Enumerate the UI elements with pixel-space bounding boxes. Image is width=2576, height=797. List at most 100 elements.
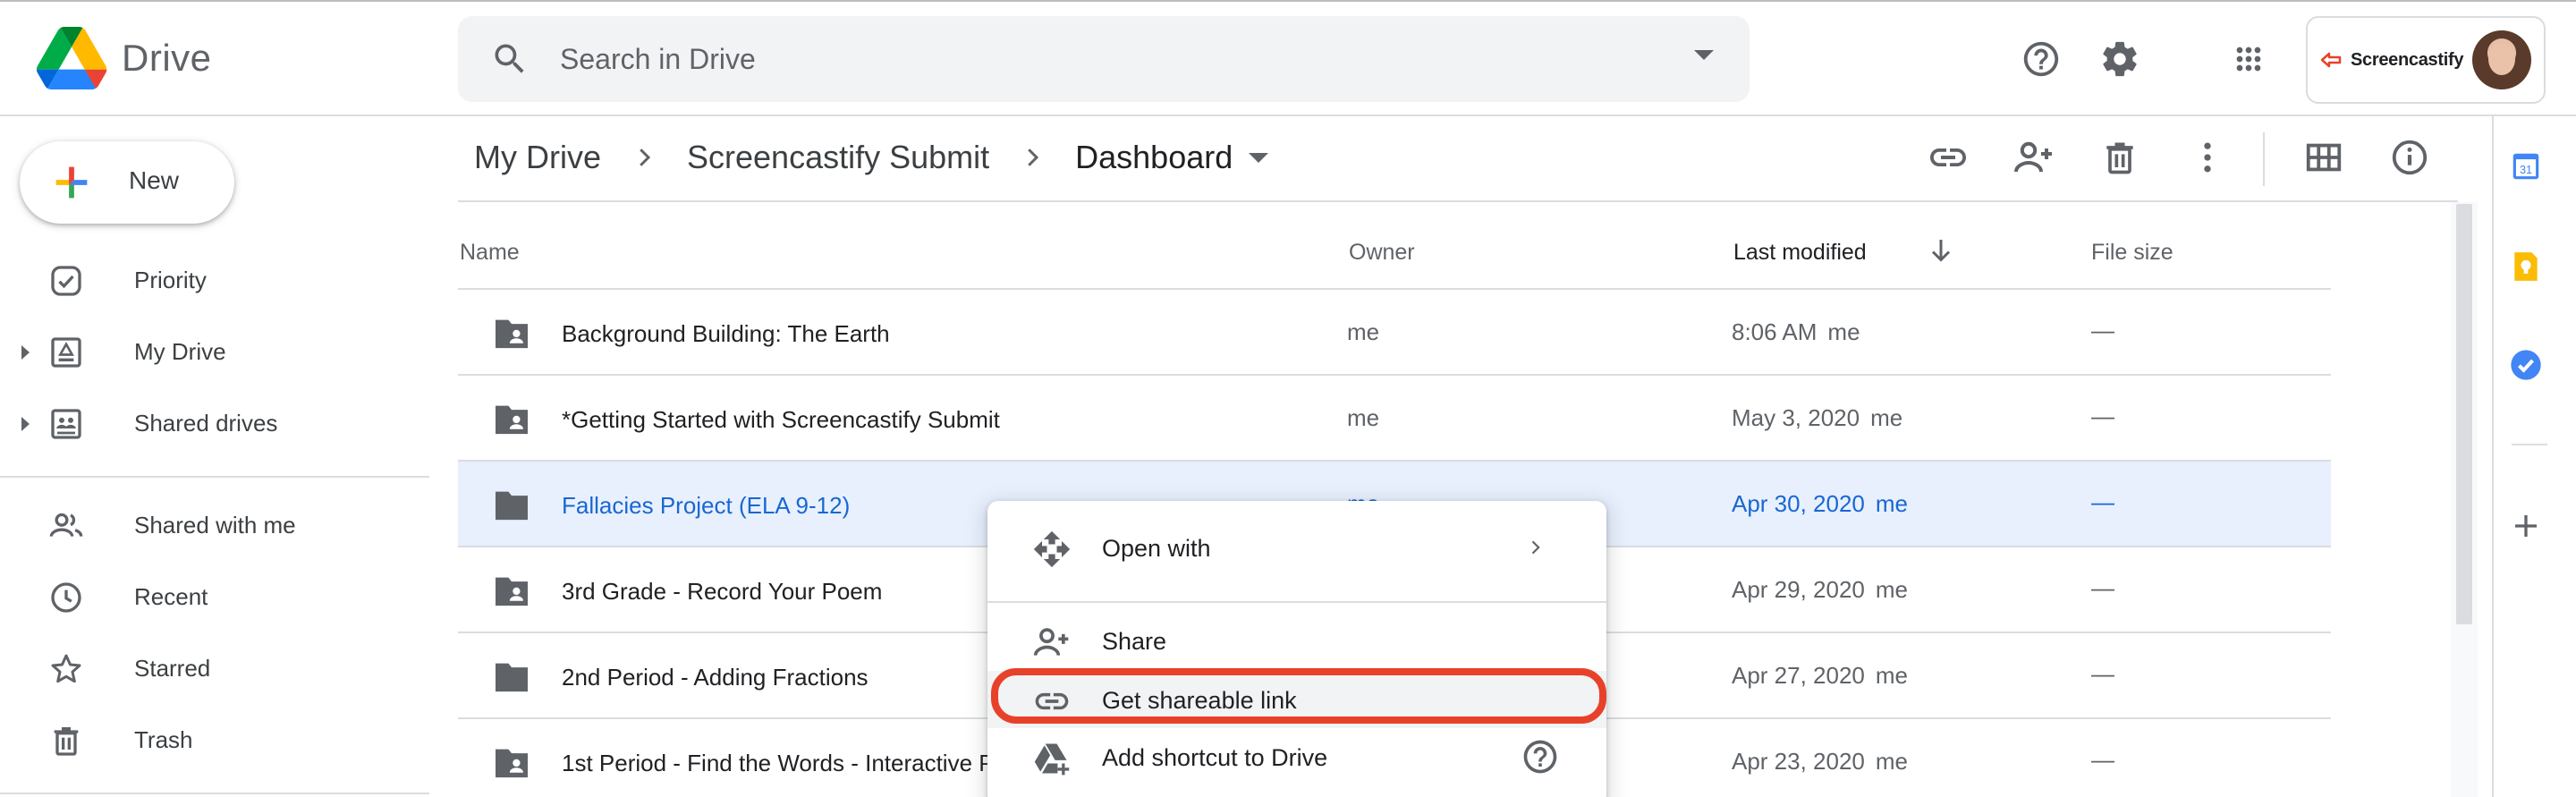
my-drive-icon: [51, 337, 81, 368]
get-link-button[interactable]: [1923, 132, 1973, 182]
sidebar-item-priority[interactable]: Priority: [0, 249, 429, 313]
add-person-icon: [2014, 141, 2052, 173]
file-name: Background Building: The Earth: [562, 320, 890, 347]
file-last-modified: Apr 27, 2020 me: [1732, 662, 1909, 689]
folder-icon: [496, 663, 528, 692]
sidebar-item-label: My Drive: [134, 338, 226, 365]
breadcrumb-screencastify-submit[interactable]: Screencastify Submit: [687, 135, 989, 180]
file-last-modified: May 3, 2020 me: [1732, 404, 1903, 431]
column-header-name[interactable]: Name: [460, 240, 520, 266]
sidebar-item-trash[interactable]: Trash: [0, 708, 429, 773]
file-owner: me: [1347, 318, 1380, 345]
sidebar-item-recent[interactable]: Recent: [0, 565, 429, 630]
sidebar-item-shared-with-me[interactable]: Shared with me: [0, 494, 429, 558]
file-size: —: [2091, 488, 2114, 515]
screencastify-brand: Screencastify: [2320, 50, 2463, 71]
new-button[interactable]: New: [20, 141, 234, 224]
tasks-addon-button[interactable]: [2506, 345, 2546, 385]
breadcrumb-my-drive[interactable]: My Drive: [474, 135, 601, 180]
sidebar-item-label: Shared drives: [134, 410, 278, 437]
tasks-check-icon: [2511, 350, 2541, 380]
get-addons-button[interactable]: [2506, 506, 2546, 546]
new-button-label: New: [129, 166, 180, 194]
top-bar: Drive Screencastify: [0, 0, 2576, 116]
file-last-modified: Apr 23, 2020 me: [1732, 748, 1909, 775]
menu-item-label: Get shareable link: [1102, 687, 1297, 714]
sidebar-item-label: Shared with me: [134, 512, 296, 538]
help-button[interactable]: [2014, 32, 2068, 86]
drive-logo[interactable]: Drive: [36, 27, 212, 89]
file-size: —: [2091, 574, 2114, 601]
sidebar-item-label: Priority: [134, 267, 207, 293]
sidebar-item-label: Recent: [134, 583, 208, 610]
grid-view-icon: [2306, 143, 2342, 172]
expand-arrow-icon[interactable]: [21, 345, 30, 360]
search-bar[interactable]: [458, 16, 1750, 102]
folder-icon: [496, 491, 528, 521]
toolbar-bottom-border: [458, 200, 2458, 202]
menu-divider: [987, 601, 1606, 603]
file-name: 2nd Period - Adding Fractions: [562, 664, 869, 691]
sidebar-item-label: Trash: [134, 726, 193, 753]
settings-button[interactable]: [2093, 32, 2147, 86]
sidebar-item-my-drive[interactable]: My Drive: [0, 320, 429, 385]
column-header-file-size[interactable]: File size: [2091, 240, 2174, 266]
priority-icon: [51, 266, 81, 296]
avatar[interactable]: [2472, 30, 2531, 89]
account-brand-label: Screencastify: [2351, 49, 2464, 70]
share-button[interactable]: [2009, 132, 2059, 182]
table-row[interactable]: Background Building: The Earth me 8:06 A…: [458, 290, 2331, 376]
help-icon[interactable]: [1521, 737, 1560, 776]
sort-down-arrow-icon[interactable]: [1925, 234, 1957, 267]
expand-arrow-icon[interactable]: [21, 417, 30, 431]
sidebar-divider: [0, 476, 429, 478]
column-header-owner[interactable]: Owner: [1349, 240, 1415, 266]
menu-item-add-shortcut[interactable]: Add shortcut to Drive: [987, 728, 1606, 785]
delete-button[interactable]: [2095, 132, 2145, 182]
drive-logo-icon: [36, 27, 107, 89]
account-switcher[interactable]: Screencastify: [2306, 16, 2546, 104]
scrollbar-thumb[interactable]: [2456, 204, 2472, 624]
table-row[interactable]: *Getting Started with Screencastify Subm…: [458, 376, 2331, 462]
calendar-addon-button[interactable]: 31: [2506, 147, 2546, 186]
trash-icon: [2106, 142, 2133, 174]
menu-item-get-shareable-link[interactable]: Get shareable link: [987, 671, 1606, 728]
help-icon: [2023, 41, 2059, 77]
file-size: —: [2091, 317, 2114, 343]
file-owner: me: [1347, 404, 1380, 431]
folder-menu-caret-icon[interactable]: [1249, 152, 1269, 163]
more-actions-button[interactable]: [2182, 132, 2233, 182]
keep-addon-button[interactable]: [2506, 247, 2546, 286]
gear-icon: [2103, 41, 2137, 77]
file-size: —: [2091, 660, 2114, 687]
chevron-right-icon: [626, 140, 662, 175]
search-icon[interactable]: [490, 39, 530, 79]
calendar-icon: 31: [2512, 153, 2539, 180]
menu-item-label: Share: [1102, 628, 1167, 655]
add-person-icon: [1032, 623, 1072, 662]
menu-item-open-with[interactable]: Open with: [987, 519, 1606, 576]
search-options-caret-icon[interactable]: [1694, 50, 1714, 60]
side-panel-divider: [2512, 444, 2547, 445]
context-menu: Open with Share Get shareable link Add s…: [987, 501, 1606, 797]
apps-grid-icon: [2236, 47, 2261, 72]
shared-with-me-icon: [49, 513, 83, 537]
sidebar-item-starred[interactable]: Starred: [0, 637, 429, 701]
column-header-last-modified[interactable]: Last modified: [1733, 240, 1867, 266]
file-size: —: [2091, 403, 2114, 429]
svg-text:31: 31: [2520, 164, 2532, 176]
grid-view-button[interactable]: [2299, 132, 2349, 182]
details-button[interactable]: [2385, 132, 2435, 182]
menu-item-share[interactable]: Share: [987, 612, 1606, 669]
toolbar-divider: [2263, 132, 2265, 186]
file-size: —: [2091, 746, 2114, 773]
more-vert-icon: [2204, 142, 2211, 173]
app-name: Drive: [122, 37, 212, 79]
breadcrumb-dashboard[interactable]: Dashboard: [1075, 135, 1233, 180]
file-name: *Getting Started with Screencastify Subm…: [562, 406, 1000, 433]
sidebar-item-shared-drives[interactable]: Shared drives: [0, 392, 429, 456]
file-name: Fallacies Project (ELA 9-12): [562, 492, 851, 519]
search-input[interactable]: [560, 32, 1633, 86]
apps-button[interactable]: [2222, 32, 2275, 86]
file-last-modified: Apr 30, 2020 me: [1732, 490, 1909, 517]
